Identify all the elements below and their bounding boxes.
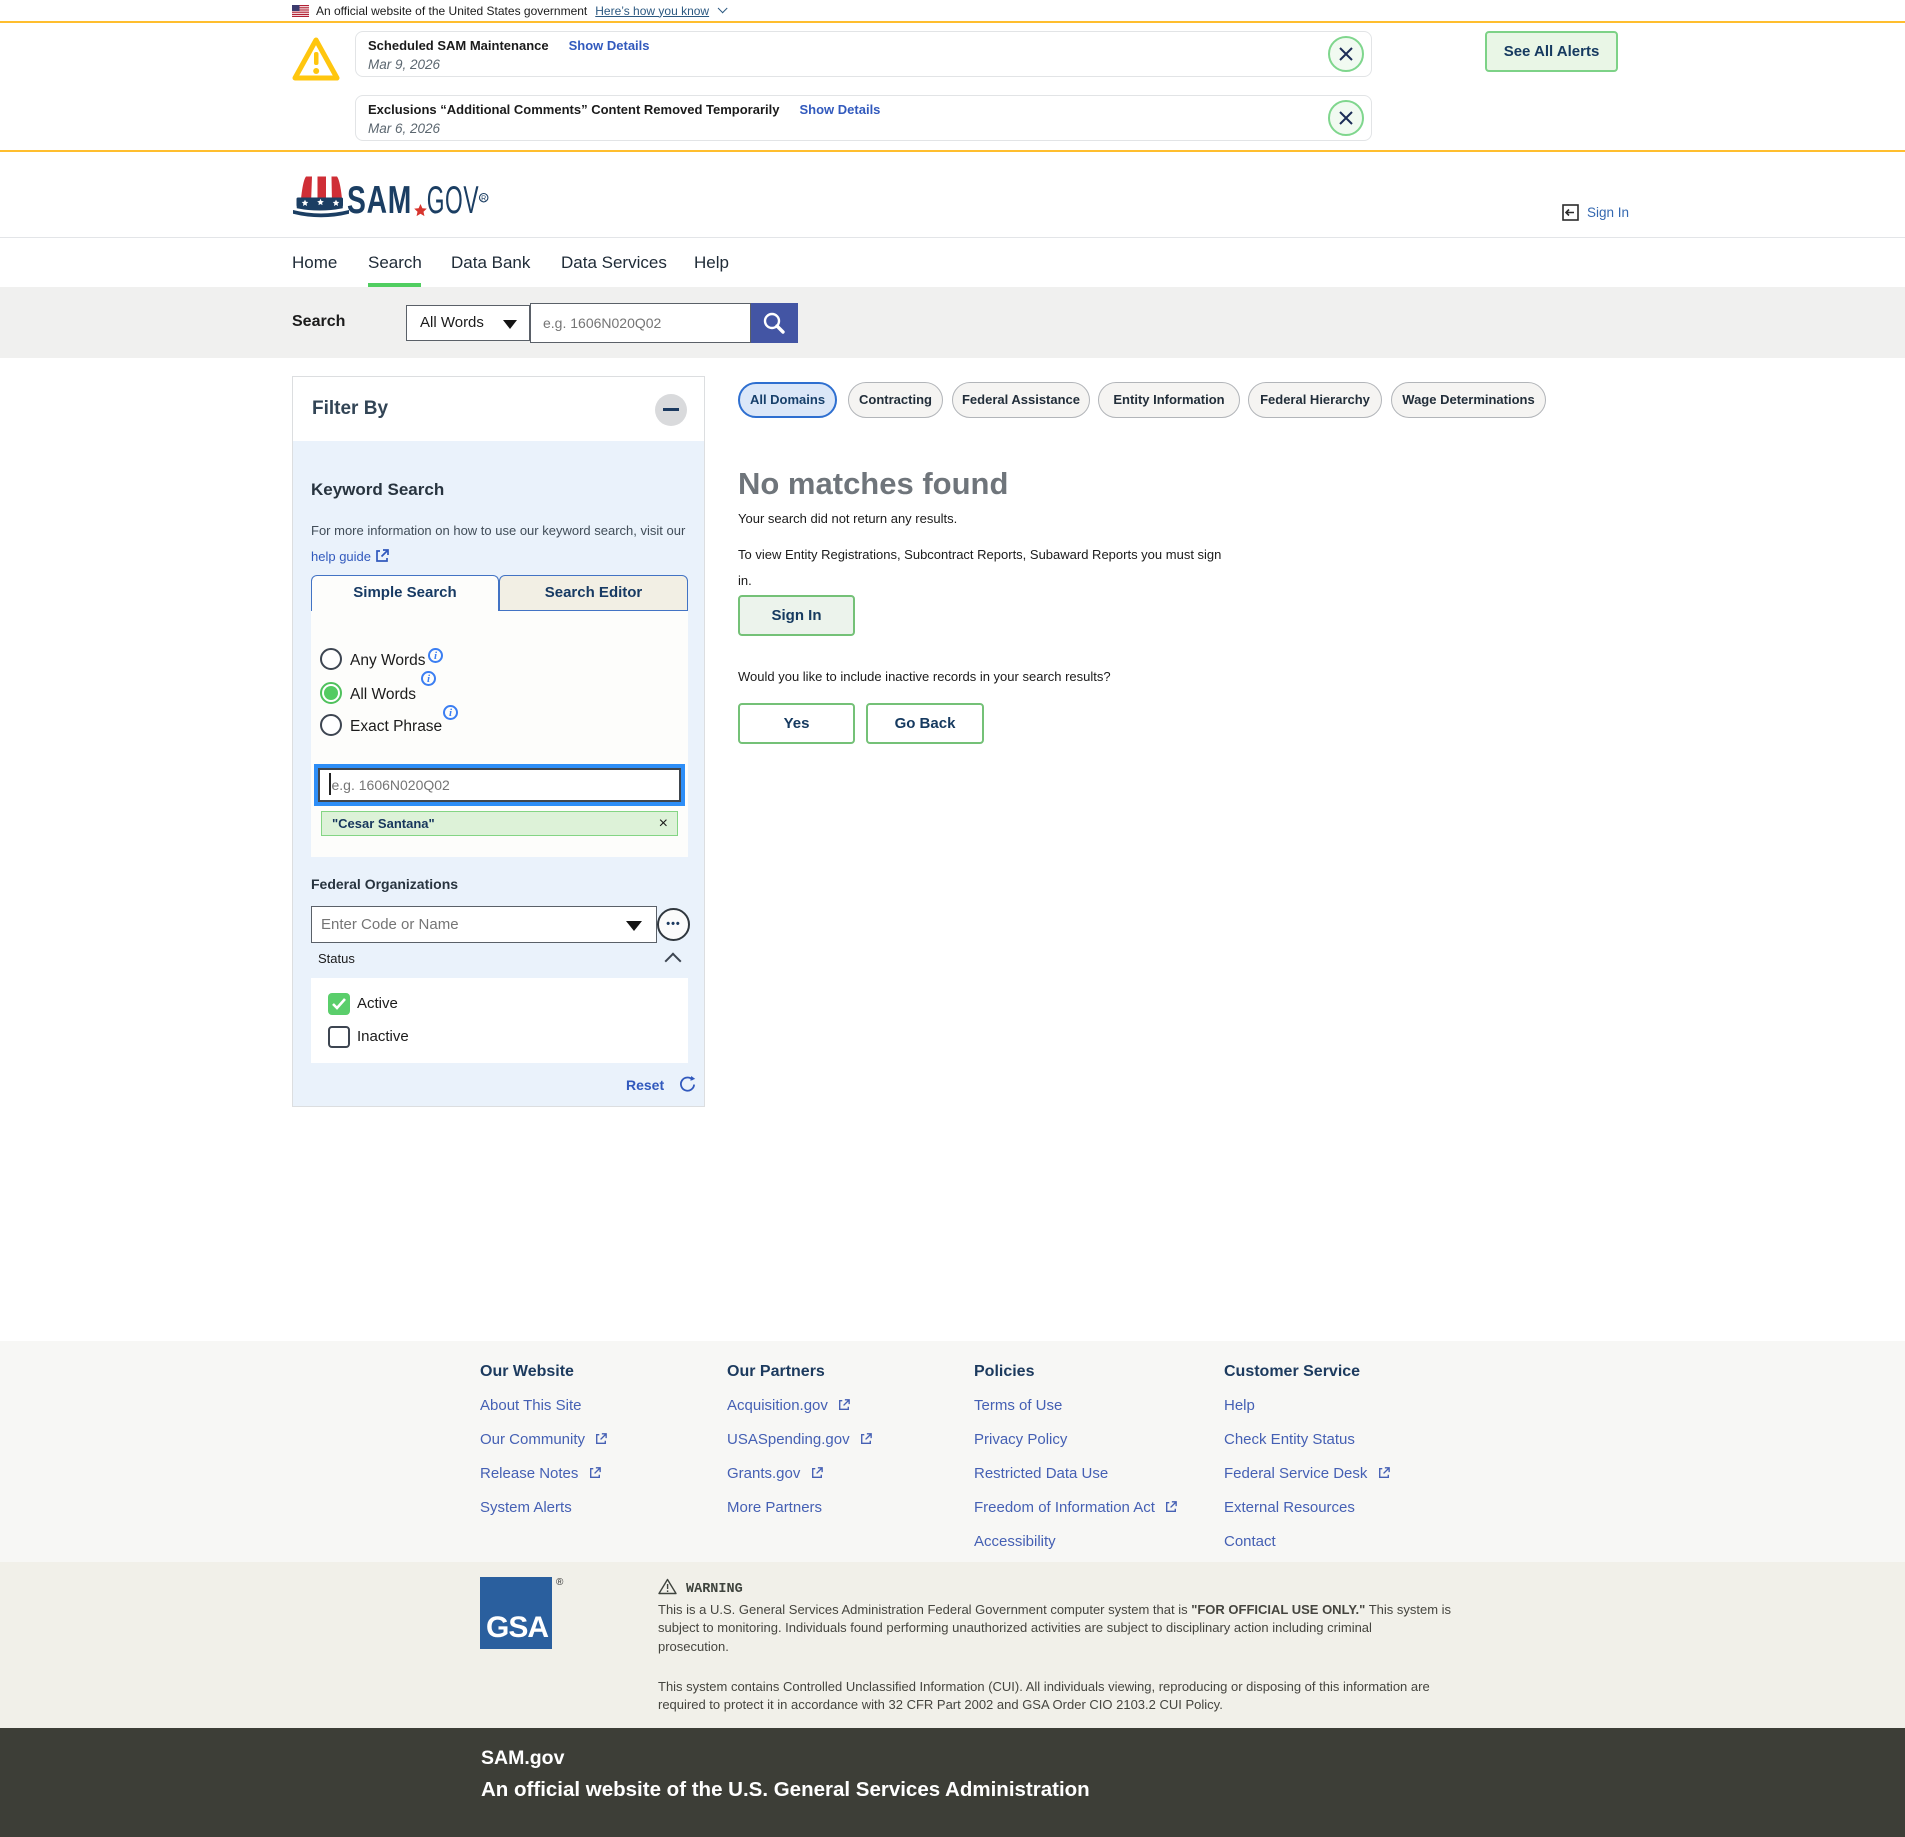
svg-text:GSA: GSA (486, 1611, 548, 1644)
svg-text:R: R (481, 196, 486, 203)
svg-text:SAM: SAM (347, 179, 412, 222)
svg-text:GOV: GOV (427, 178, 479, 222)
